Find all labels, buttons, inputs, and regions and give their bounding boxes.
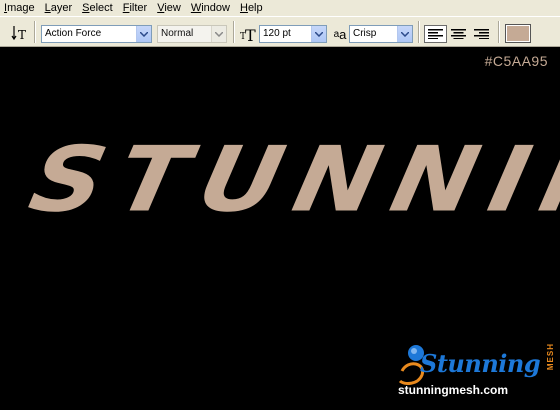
- watermark-url: stunningmesh.com: [398, 383, 509, 397]
- menu-help-rest: elp: [247, 2, 263, 14]
- font-style-select[interactable]: Normal: [157, 25, 227, 43]
- svg-text:T: T: [245, 26, 256, 43]
- chevron-down-icon: [397, 26, 412, 42]
- menu-view-rest: iew: [164, 2, 181, 14]
- chevron-down-icon: [311, 26, 326, 42]
- chevron-down-icon: [136, 26, 151, 42]
- separator: [34, 21, 36, 43]
- text-orientation-icon[interactable]: T: [10, 24, 28, 42]
- separator: [233, 21, 235, 43]
- menu-bar: Image Layer Select Filter View Window He…: [0, 0, 560, 16]
- menu-layer[interactable]: Layer: [45, 0, 73, 16]
- svg-text:T: T: [18, 28, 26, 42]
- antialias-icon: aa: [332, 26, 348, 42]
- font-size-select[interactable]: 120 pt: [259, 25, 327, 43]
- font-family-select[interactable]: Action Force: [41, 25, 152, 43]
- separator: [418, 21, 420, 43]
- alignment-group: [424, 25, 494, 43]
- menu-help[interactable]: Help: [240, 0, 263, 16]
- align-right-icon: [474, 29, 489, 39]
- font-size-icon: T T: [240, 25, 258, 43]
- menu-view[interactable]: View: [157, 0, 181, 16]
- text-options-bar: T Action Force Normal T T 120 pt aa Cris…: [0, 16, 560, 47]
- menu-window-rest: indow: [201, 2, 230, 14]
- color-hex-label: #C5AA95: [484, 53, 548, 69]
- separator: [498, 21, 500, 43]
- canvas-text-layer[interactable]: STUNNING: [21, 127, 560, 232]
- menu-filter[interactable]: Filter: [123, 0, 147, 16]
- menu-select[interactable]: Select: [82, 0, 113, 16]
- document-canvas[interactable]: #C5AA95 STUNNING Stunning MESH stunningm…: [0, 47, 560, 410]
- chevron-down-icon: [211, 26, 226, 42]
- align-left-icon: [428, 29, 443, 39]
- watermark-mesh: MESH: [546, 343, 555, 371]
- antialias-glyph: a: [339, 26, 347, 42]
- menu-layer-rest: ayer: [50, 2, 73, 14]
- antialias-select[interactable]: Crisp: [349, 25, 413, 43]
- align-center-button[interactable]: [447, 25, 470, 43]
- align-right-button[interactable]: [470, 25, 493, 43]
- menu-window-accel: W: [190, 2, 202, 14]
- align-center-icon: [451, 29, 466, 39]
- watermark-logo: Stunning MESH stunningmesh.com: [396, 337, 556, 407]
- menu-image-rest: mage: [7, 2, 35, 14]
- text-color-swatch[interactable]: [505, 24, 531, 43]
- align-left-button[interactable]: [424, 25, 447, 43]
- menu-select-rest: elect: [89, 2, 113, 14]
- watermark-wordmark: Stunning: [420, 349, 541, 378]
- menu-window[interactable]: Window: [191, 0, 230, 16]
- menu-image[interactable]: Image: [4, 0, 35, 16]
- menu-help-accel: H: [239, 2, 248, 14]
- menu-filter-rest: ilter: [129, 2, 148, 14]
